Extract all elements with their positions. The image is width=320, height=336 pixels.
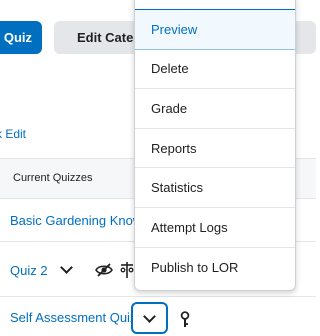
- chevron-down-icon: [143, 310, 156, 323]
- menu-item-delete[interactable]: Delete: [135, 50, 295, 90]
- quiz-context-menu: Preview Delete Grade Reports Statistics …: [134, 0, 296, 291]
- new-quiz-button-label: Quiz: [3, 30, 32, 45]
- menu-item-publish-to-lor[interactable]: Publish to LOR: [135, 248, 295, 288]
- eye-slash-icon: [95, 263, 113, 277]
- current-quizzes-header: Current Quizzes: [13, 172, 93, 184]
- menu-top-edge: [135, 0, 295, 10]
- quiz-title-link[interactable]: Basic Gardening Know: [10, 213, 142, 228]
- menu-item-reports[interactable]: Reports: [135, 129, 295, 169]
- key-icon: [180, 311, 190, 327]
- bulk-edit-link[interactable]: k Edit: [0, 127, 26, 141]
- menu-item-grade[interactable]: Grade: [135, 89, 295, 129]
- restrictions-icon: [120, 262, 134, 278]
- menu-item-statistics[interactable]: Statistics: [135, 168, 295, 208]
- menu-item-attempt-logs[interactable]: Attempt Logs: [135, 208, 295, 248]
- quiz-title-link[interactable]: Self Assessment Quiz: [10, 310, 136, 325]
- quiz-actions-toggle[interactable]: [131, 302, 168, 334]
- chevron-down-icon[interactable]: [60, 261, 73, 274]
- quiz-title-link[interactable]: Quiz 2: [10, 263, 48, 278]
- new-quiz-button[interactable]: Quiz: [0, 21, 42, 54]
- menu-item-preview[interactable]: Preview: [135, 10, 295, 50]
